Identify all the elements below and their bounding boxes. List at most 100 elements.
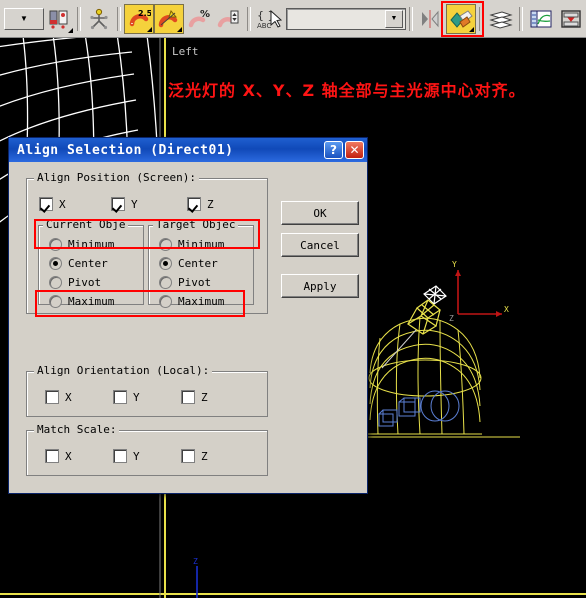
named-selection-sets-button[interactable]: { } ABC [254, 4, 284, 34]
radio-center-icon[interactable] [49, 257, 62, 270]
chevron-down-icon[interactable]: ▼ [385, 9, 403, 28]
match-scale-z-label: Z [201, 449, 208, 463]
match-scale-z[interactable]: Z [181, 449, 208, 463]
svg-text:%: % [200, 9, 210, 20]
axis-tripod-top: Y X Z [449, 260, 509, 323]
target-object-maximum[interactable]: Maximum [159, 295, 253, 308]
svg-text:X: X [504, 305, 509, 314]
align-orientation-z-label: Z [201, 390, 208, 404]
match-scale-x-label: X [65, 449, 72, 463]
layers-icon [489, 10, 513, 29]
angle-snap-toggle-button[interactable] [154, 3, 184, 34]
axis-tripod-bottom: Z Y X [193, 557, 198, 598]
spinner-snap-toggle-button[interactable] [214, 4, 244, 34]
match-scale-y-label: Y [133, 449, 140, 463]
align-orientation-y[interactable]: Y [113, 390, 181, 404]
schematic-view-button[interactable] [556, 4, 586, 34]
checkbox-x-icon[interactable] [45, 449, 59, 463]
curve-editor-icon [530, 10, 552, 27]
radio-pivot-icon[interactable] [49, 276, 62, 289]
radio-center-icon[interactable] [159, 257, 172, 270]
percent-snap-toggle-button[interactable]: % [184, 4, 214, 34]
align-orientation-x[interactable]: X [45, 390, 113, 404]
match-scale-x[interactable]: X [45, 449, 113, 463]
checkbox-z-icon[interactable] [181, 449, 195, 463]
current-object-minimum[interactable]: Minimum [49, 238, 143, 251]
radio-pivot-icon[interactable] [159, 276, 172, 289]
curve-editor-button[interactable] [526, 4, 556, 34]
match-scale-y[interactable]: Y [113, 449, 181, 463]
bind-to-space-warp-button[interactable] [84, 4, 114, 34]
svg-text:Z: Z [449, 314, 454, 323]
current-object-pivot[interactable]: Pivot [49, 276, 143, 289]
spacewarp-icon [90, 8, 108, 29]
target-object-pivot[interactable]: Pivot [159, 276, 253, 289]
current-object-legend: Current Obje [43, 218, 129, 231]
align-position-group: Align Position (Screen): X Y Z Current O… [26, 171, 268, 314]
help-button[interactable]: ? [324, 141, 343, 159]
target-object-minimum[interactable]: Minimum [159, 238, 253, 251]
align-position-z[interactable]: Z [187, 197, 214, 211]
dialog-titlebar[interactable]: Align Selection (Direct01) ? ✕ [9, 138, 367, 162]
align-position-x-label: X [59, 197, 66, 211]
align-orientation-group: Align Orientation (Local): X Y Z [26, 364, 268, 417]
checkbox-x-icon[interactable] [39, 197, 53, 211]
radio-maximum-icon[interactable] [159, 295, 172, 308]
close-icon[interactable]: ✕ [345, 141, 364, 159]
radio-minimum-icon[interactable] [159, 238, 172, 251]
separator-4 [409, 6, 413, 31]
apply-button[interactable]: Apply [281, 274, 359, 298]
align-orientation-x-label: X [65, 390, 72, 404]
svg-text:ABC: ABC [257, 22, 271, 30]
separator-6 [519, 6, 523, 31]
checkbox-x-icon[interactable] [45, 390, 59, 404]
align-position-x[interactable]: X [39, 197, 111, 211]
svg-text:Y: Y [452, 260, 457, 269]
named-selection-combo[interactable]: ▼ [4, 7, 44, 30]
current-object-group: Current Obje Minimum Center Pivot Maximu… [38, 218, 144, 308]
ok-button[interactable]: OK [281, 201, 359, 225]
separator-1 [77, 6, 81, 31]
layer-manager-button[interactable] [486, 4, 516, 34]
viewport-label: Left [172, 45, 199, 58]
mirror-button[interactable] [416, 4, 446, 34]
align-position-legend: Align Position (Screen): [34, 171, 199, 184]
radio-maximum-icon[interactable] [49, 295, 62, 308]
align-orientation-z[interactable]: Z [181, 390, 208, 404]
annotation-text: 泛光灯的 X、Y、Z 轴全部与主光源中心对齐。 [168, 81, 526, 100]
align-button[interactable] [446, 3, 476, 34]
schematic-view-icon [561, 9, 581, 28]
target-object-center-label: Center [178, 257, 218, 270]
checkbox-z-icon[interactable] [187, 197, 201, 211]
current-object-minimum-label: Minimum [68, 238, 115, 251]
target-object-pivot-label: Pivot [178, 276, 212, 289]
checkbox-y-icon[interactable] [111, 197, 125, 211]
cancel-button[interactable]: Cancel [281, 233, 359, 257]
abc-cursor-icon: { } ABC [257, 9, 282, 30]
align-selection-dialog[interactable]: Align Selection (Direct01) ? ✕ Align Pos… [8, 137, 368, 494]
mirror-icon [422, 9, 439, 28]
checkbox-y-icon[interactable] [113, 449, 127, 463]
target-object-minimum-label: Minimum [178, 238, 225, 251]
checkbox-z-icon[interactable] [181, 390, 195, 404]
target-object-maximum-label: Maximum [178, 295, 225, 308]
select-and-link-button[interactable] [44, 4, 74, 34]
link-icon [49, 10, 68, 29]
snaps-toggle-button[interactable]: 2.5 [124, 3, 154, 34]
match-scale-legend: Match Scale: [34, 423, 120, 436]
align-position-y[interactable]: Y [111, 197, 187, 211]
align-orientation-y-label: Y [133, 390, 140, 404]
main-toolbar: ▼ 2.5 % {} ABC ▼ [0, 0, 586, 38]
separator-2 [117, 6, 121, 31]
named-selection-field[interactable]: ▼ [286, 7, 406, 30]
dialog-title: Align Selection (Direct01) [17, 142, 234, 158]
current-object-center-label: Center [68, 257, 108, 270]
svg-text:2.5: 2.5 [138, 9, 151, 18]
current-object-center[interactable]: Center [49, 257, 143, 270]
current-object-maximum[interactable]: Maximum [49, 295, 143, 308]
radio-minimum-icon[interactable] [49, 238, 62, 251]
current-object-pivot-label: Pivot [68, 276, 102, 289]
align-position-y-label: Y [131, 197, 138, 211]
target-object-center[interactable]: Center [159, 257, 253, 270]
checkbox-y-icon[interactable] [113, 390, 127, 404]
